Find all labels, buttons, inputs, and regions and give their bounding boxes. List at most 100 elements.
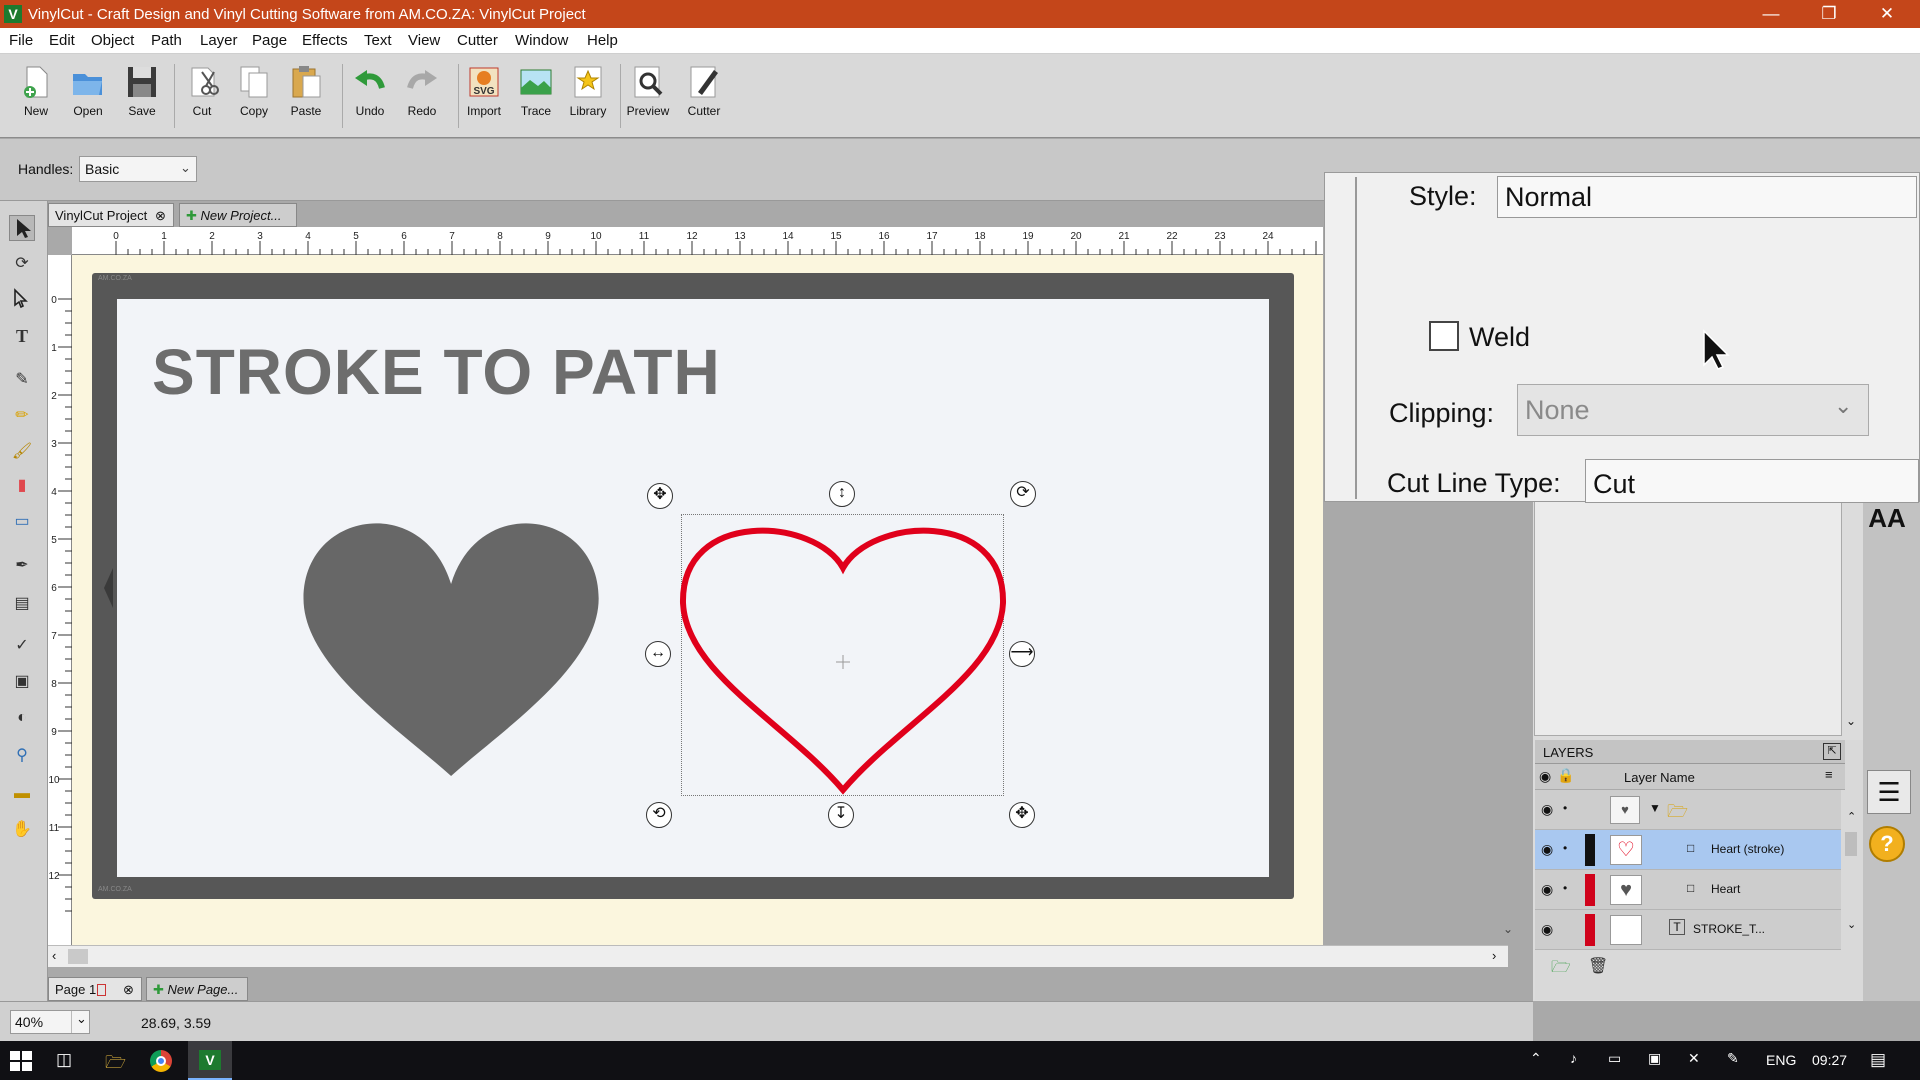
menu-cutter[interactable]: Cutter — [457, 32, 498, 49]
move-handle-icon[interactable]: ✥ — [647, 483, 673, 509]
lasso-icon[interactable]: ⟳ — [9, 251, 35, 277]
heart-stroke-shape[interactable] — [676, 508, 1011, 803]
visibility-eye-icon[interactable]: ◉ — [1539, 768, 1551, 785]
language-indicator[interactable]: ENG — [1766, 1052, 1796, 1068]
microphone-icon[interactable]: ♪ — [1570, 1050, 1577, 1066]
select-arrow-icon[interactable] — [9, 215, 35, 241]
visibility-eye-icon[interactable]: ◉ — [1541, 841, 1553, 858]
expand-triangle-icon[interactable]: ▼ — [1649, 801, 1661, 815]
scale-horizontal-handle-icon[interactable]: ⟶ — [1009, 641, 1035, 667]
volume-muted-icon[interactable]: ✕ — [1688, 1050, 1700, 1067]
menu-text[interactable]: Text — [364, 32, 392, 49]
cut-line-type-select[interactable]: Cut — [1585, 459, 1919, 503]
cut-button[interactable]: Cut — [176, 64, 228, 134]
menu-path[interactable]: Path — [151, 32, 182, 49]
measure-icon[interactable]: ▬ — [9, 781, 35, 807]
horizontal-scrollbar[interactable]: ‹ › — [48, 945, 1508, 967]
layer-color-swatch[interactable] — [1585, 914, 1595, 946]
menu-edit[interactable]: Edit — [49, 32, 75, 49]
windows-start-icon[interactable] — [10, 1051, 32, 1071]
layer-row-group[interactable]: ◉ • ♥ ▼ 🗁 — [1535, 790, 1841, 830]
vinylcut-taskbar-button[interactable]: V — [188, 1041, 232, 1080]
menu-object[interactable]: Object — [91, 32, 134, 49]
canvas-title-text[interactable]: STROKE TO PATH — [152, 335, 721, 409]
visibility-eye-icon[interactable]: ◉ — [1541, 921, 1553, 938]
close-window-button[interactable]: ✕ — [1858, 0, 1916, 28]
pen-ink-icon[interactable]: ✎ — [1727, 1050, 1739, 1067]
file-explorer-icon[interactable]: 🗁 — [105, 1050, 126, 1079]
scrollbar-thumb[interactable] — [68, 949, 88, 964]
close-tab-icon[interactable]: ⊗ — [155, 204, 166, 228]
paste-button[interactable]: Paste — [280, 64, 332, 134]
minimize-button[interactable]: — — [1742, 0, 1800, 28]
transform-icon[interactable]: ▣ — [9, 669, 35, 695]
undo-button[interactable]: Undo — [344, 64, 396, 134]
scale-vertical-handle-icon[interactable]: ↧ — [828, 802, 854, 828]
knife-icon[interactable]: ✓ — [9, 633, 35, 659]
chevron-up-icon[interactable]: ⌃ — [1530, 1050, 1542, 1067]
add-layer-icon[interactable]: 🗁 — [1551, 956, 1571, 983]
scroll-up-arrow-icon[interactable]: ⌃ — [1847, 810, 1856, 823]
layer-row-heart-stroke[interactable]: ◉ • ♡ □ Heart (stroke) — [1535, 830, 1841, 870]
text-tool-icon[interactable]: T — [9, 323, 35, 349]
menu-effects[interactable]: Effects — [302, 32, 348, 49]
delete-layer-trash-icon[interactable]: 🗑 — [1588, 956, 1608, 976]
restore-button[interactable]: ❐ — [1800, 0, 1858, 28]
preview-button[interactable]: Preview — [622, 64, 674, 134]
rectangle-tool-icon[interactable]: ▭ — [9, 509, 35, 535]
new-project-tab[interactable]: ✚ New Project... — [179, 203, 297, 227]
eraser-icon[interactable]: ▮ — [9, 473, 35, 499]
scale-horizontal-handle-icon[interactable]: ↔ — [645, 641, 671, 667]
rotate-handle-icon[interactable]: ⟲ — [646, 802, 672, 828]
network-icon[interactable]: ▣ — [1648, 1050, 1661, 1067]
layers-scrollbar-thumb[interactable] — [1845, 832, 1857, 856]
menu-file[interactable]: File — [9, 32, 33, 49]
zoom-select[interactable]: 40% ⌄ — [10, 1010, 90, 1034]
pencil-icon[interactable]: ✏ — [9, 403, 35, 429]
menu-help[interactable]: Help — [587, 32, 618, 49]
text-style-icon[interactable]: AA — [1867, 500, 1907, 536]
layer-row-heart[interactable]: ◉ • ♥ □ Heart — [1535, 870, 1841, 910]
style-select[interactable]: Normal — [1497, 176, 1917, 218]
eyedropper-icon[interactable]: ✒ — [9, 553, 35, 579]
menu-layer[interactable]: Layer — [200, 32, 238, 49]
pen-tool-icon[interactable]: ✎ — [9, 367, 35, 393]
menu-view[interactable]: View — [408, 32, 440, 49]
new-button[interactable]: New — [10, 64, 62, 134]
library-button[interactable]: Library — [562, 64, 614, 134]
scroll-down-arrow-icon[interactable]: ⌄ — [1847, 918, 1856, 931]
scroll-right-arrow-icon[interactable]: › — [1492, 948, 1496, 963]
tab-vinylcut-project[interactable]: VinylCut Project ⊗ — [48, 203, 174, 227]
scroll-left-arrow-icon[interactable]: ‹ — [52, 948, 56, 963]
scroll-down-arrow-icon[interactable]: ⌄ — [1846, 714, 1856, 728]
weld-checkbox[interactable] — [1429, 321, 1459, 351]
panel-detach-icon[interactable]: ⇱ — [1823, 743, 1841, 760]
brush-icon[interactable]: 🖌 — [9, 439, 35, 465]
rotate-handle-icon[interactable]: ⟳ — [1010, 481, 1036, 507]
layers-stack-icon[interactable]: ☰ — [1867, 770, 1911, 814]
zoom-icon[interactable]: ⚲ — [9, 743, 35, 769]
trace-button[interactable]: Trace — [510, 64, 562, 134]
layer-row-stroke-text[interactable]: ◉ T STROKE_T... — [1535, 910, 1841, 950]
import-button[interactable]: SVG Import — [458, 64, 510, 134]
open-button[interactable]: Open — [62, 64, 114, 134]
chrome-icon[interactable] — [150, 1050, 172, 1072]
menu-page[interactable]: Page — [252, 32, 287, 49]
menu-window[interactable]: Window — [515, 32, 568, 49]
heart-fill-shape[interactable] — [290, 500, 630, 800]
scale-vertical-handle-icon[interactable]: ↕ — [829, 481, 855, 507]
notifications-icon[interactable]: ▤ — [1870, 1050, 1886, 1070]
redo-button[interactable]: Redo — [396, 64, 448, 134]
visibility-eye-icon[interactable]: ◉ — [1541, 881, 1553, 898]
move-handle-icon[interactable]: ✥ — [1009, 802, 1035, 828]
close-tab-icon[interactable]: ⊗ — [123, 978, 134, 1002]
copy-button[interactable]: Copy — [228, 64, 280, 134]
new-page-tab[interactable]: ✚ New Page... — [146, 977, 248, 1001]
cutter-button[interactable]: Cutter — [678, 64, 730, 134]
weld-icon[interactable]: ◐ — [9, 705, 35, 731]
clipping-select[interactable]: None ⌄ — [1517, 384, 1869, 436]
layer-color-swatch[interactable] — [1585, 834, 1595, 866]
clock-time[interactable]: 09:27 — [1812, 1052, 1847, 1068]
handles-select[interactable]: Basic ⌄ — [79, 156, 197, 182]
column-menu-icon[interactable]: ≡ — [1825, 767, 1833, 782]
